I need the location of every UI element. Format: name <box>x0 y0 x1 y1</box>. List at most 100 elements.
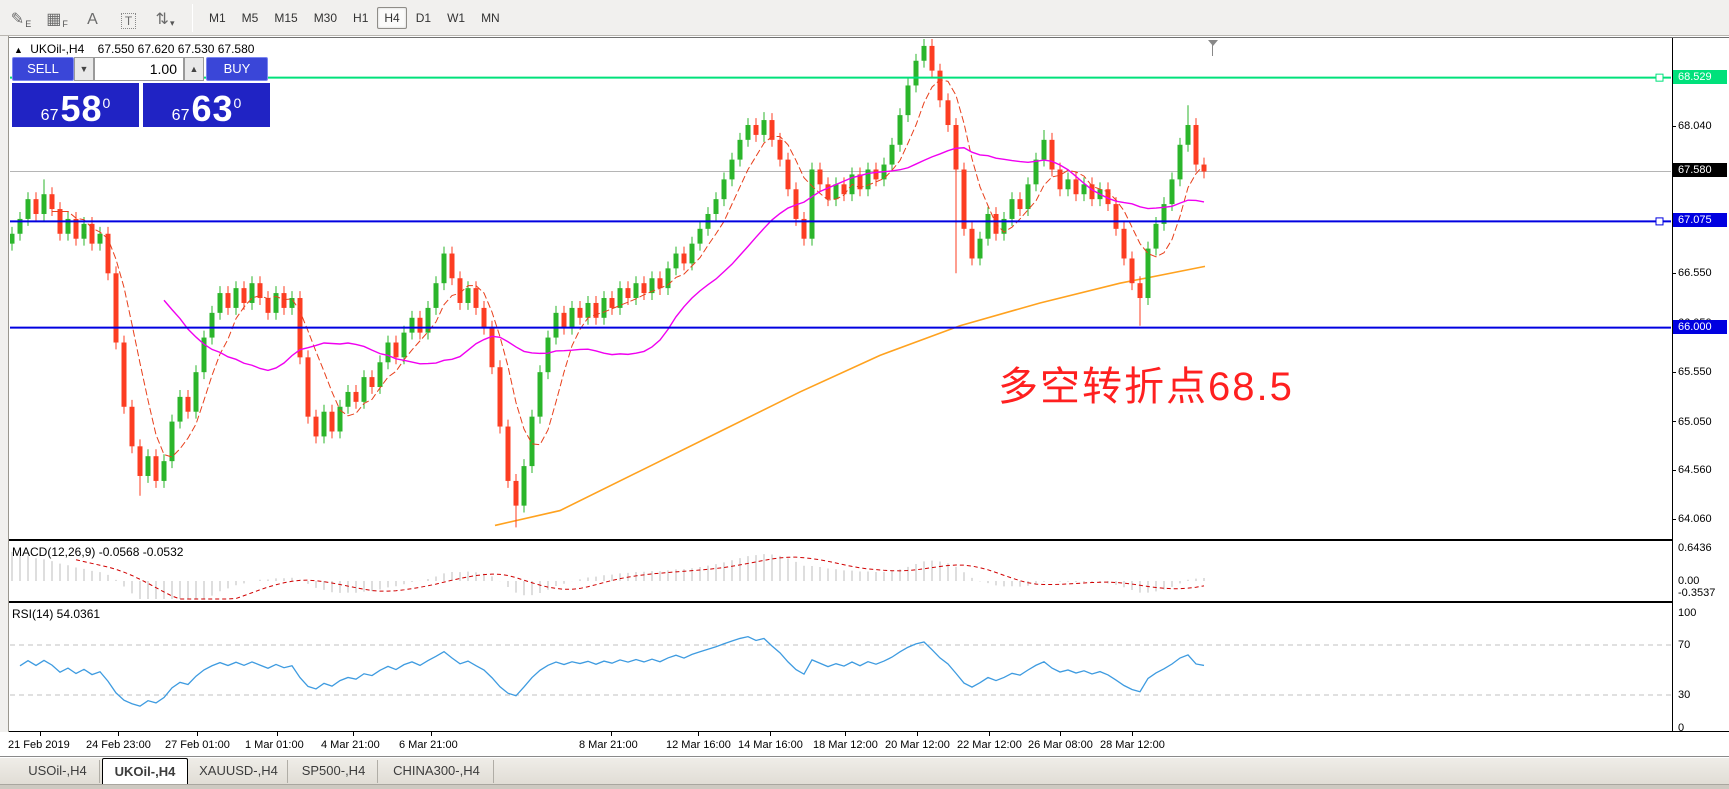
macd-axis-label: -0.3537 <box>1678 587 1715 599</box>
grid-f-icon[interactable]: ▦F <box>42 5 72 31</box>
date-tick-mark <box>698 732 699 736</box>
chart-shift-marker-line <box>1212 40 1213 56</box>
chart-tab-china300h4[interactable]: CHINA300-,H4 <box>380 760 494 783</box>
macd-signal-line <box>76 557 1204 599</box>
chart-tab-xauusdh4[interactable]: XAUUSD-,H4 <box>190 760 288 783</box>
sell-button[interactable]: SELL <box>12 57 74 81</box>
sell-price-prefix: 67 <box>41 108 59 124</box>
draw-pencil-e-icon[interactable]: ✎E <box>6 5 36 31</box>
price-badge-67075: 67.075 <box>1673 213 1727 227</box>
textbox-t-icon[interactable]: T <box>114 5 144 31</box>
sell-price-display[interactable]: 67 58 0 <box>12 83 139 127</box>
date-label: 21 Feb 2019 <box>8 739 70 751</box>
chart-annotation-text: 多空转折点68.5 <box>998 354 1294 412</box>
date-tick-mark <box>845 732 846 736</box>
sell-price-sup: 0 <box>103 96 111 110</box>
chart-tab-usoilh4[interactable]: USOil-,H4 <box>16 760 100 783</box>
hline-green-68529-handle[interactable] <box>1656 74 1663 81</box>
quote-bar: ▲ UKOil-,H4 67.550 67.620 67.530 67.580 <box>14 42 254 56</box>
price-tick-mark <box>1672 470 1676 471</box>
timeframe-m15-button[interactable]: M15 <box>267 7 304 29</box>
buy-price-display[interactable]: 67 63 0 <box>143 83 270 127</box>
rsi-axis-label: 70 <box>1678 639 1690 651</box>
rsi-axis-label: 30 <box>1678 689 1690 701</box>
price-tick-mark <box>1672 273 1676 274</box>
price-tick-label: 66.550 <box>1678 267 1712 279</box>
chart-tab-ukoilh4[interactable]: UKOil-,H4 <box>102 758 188 784</box>
price-tick-mark <box>1672 126 1676 127</box>
date-axis[interactable]: 21 Feb 2019 24 Feb 23:00 27 Feb 01:00 1 Mar… <box>0 732 1729 757</box>
price-tick-label: 64.560 <box>1678 464 1712 476</box>
macd-axis-label: 0.00 <box>1678 575 1699 587</box>
date-label: 24 Feb 23:00 <box>86 739 151 751</box>
volume-decrease-button[interactable]: ▼ <box>74 57 94 81</box>
buy-price-prefix: 67 <box>172 108 190 124</box>
left-panel-strip <box>0 36 9 757</box>
date-tick-mark <box>197 732 198 736</box>
date-label: 8 Mar 21:00 <box>579 739 638 751</box>
date-tick-mark <box>611 732 612 736</box>
date-label: 20 Mar 12:00 <box>885 739 950 751</box>
buy-price-sup: 0 <box>234 96 242 110</box>
volume-input[interactable]: 1.00 <box>94 57 184 81</box>
macd-axis-label: 0.6436 <box>1678 542 1712 554</box>
date-label: 18 Mar 12:00 <box>813 739 878 751</box>
one-click-trading-widget: SELL ▼ 1.00 ▲ BUY 67 58 0 67 63 0 <box>12 57 270 127</box>
toolbar-separator <box>192 4 193 32</box>
date-tick-mark <box>917 732 918 736</box>
timeframe-w1-button[interactable]: W1 <box>440 7 472 29</box>
date-tick-mark <box>989 732 990 736</box>
price-tick-label: 68.040 <box>1678 120 1712 132</box>
date-label: 22 Mar 12:00 <box>957 739 1022 751</box>
panel-separator[interactable] <box>9 539 1672 541</box>
date-label: 27 Feb 01:00 <box>165 739 230 751</box>
timeframe-m1-button[interactable]: M1 <box>202 7 233 29</box>
date-tick-mark <box>353 732 354 736</box>
date-tick-mark <box>277 732 278 736</box>
hline-blue-67075-handle[interactable] <box>1656 218 1663 225</box>
macd-panel-canvas[interactable] <box>10 541 1672 601</box>
timeframe-m30-button[interactable]: M30 <box>307 7 344 29</box>
date-label: 6 Mar 21:00 <box>399 739 458 751</box>
sell-price-big: 58 <box>60 94 102 124</box>
price-tick-label: 65.550 <box>1678 366 1712 378</box>
date-label: 12 Mar 16:00 <box>666 739 731 751</box>
timeframe-h1-button[interactable]: H1 <box>346 7 375 29</box>
buy-price-big: 63 <box>191 94 233 124</box>
date-label: 1 Mar 01:00 <box>245 739 304 751</box>
arrange-arrows-icon[interactable]: ⇅▾ <box>150 5 180 31</box>
date-label: 14 Mar 16:00 <box>738 739 803 751</box>
tab-bar-strip <box>0 784 1729 789</box>
price-tick-mark <box>1672 421 1676 422</box>
price-axis[interactable]: 68.04066.55066.05065.55065.05064.56064.0… <box>1673 38 1729 731</box>
timeframe-m5-button[interactable]: M5 <box>235 7 266 29</box>
date-label: 28 Mar 12:00 <box>1100 739 1165 751</box>
date-tick-mark <box>40 732 41 736</box>
rsi-axis-label: 100 <box>1678 607 1696 619</box>
panel-separator[interactable] <box>9 601 1672 603</box>
timeframe-mn-button[interactable]: MN <box>474 7 507 29</box>
price-tick-mark <box>1672 519 1676 520</box>
price-badge-67580: 67.580 <box>1673 163 1727 177</box>
price-badge-68529: 68.529 <box>1673 70 1727 84</box>
price-tick-label: 65.050 <box>1678 416 1712 428</box>
timeframe-h4-button[interactable]: H4 <box>377 7 406 29</box>
text-a-icon[interactable]: A <box>78 5 108 31</box>
toolbar: ✎E▦FAT⇅▾ M1M5M15M30H1H4D1W1MN <box>0 0 1729 36</box>
rsi-panel-canvas[interactable] <box>10 603 1672 731</box>
date-label: 4 Mar 21:00 <box>321 739 380 751</box>
rsi-label: RSI(14) 54.0361 <box>12 607 100 621</box>
buy-button[interactable]: BUY <box>206 57 268 81</box>
chart-shift-marker-icon[interactable] <box>1208 40 1218 46</box>
timeframe-d1-button[interactable]: D1 <box>409 7 438 29</box>
date-label: 26 Mar 08:00 <box>1028 739 1093 751</box>
symbol-period-label: UKOil-,H4 <box>30 42 84 56</box>
collapse-trade-panel-icon[interactable]: ▲ <box>14 45 23 55</box>
chart-tab-sp500h4[interactable]: SP500-,H4 <box>290 760 378 783</box>
volume-increase-button[interactable]: ▲ <box>184 57 204 81</box>
rsi-line <box>20 637 1204 706</box>
timeframe-button-group: M1M5M15M30H1H4D1W1MN <box>201 7 508 29</box>
macd-label: MACD(12,26,9) -0.0568 -0.0532 <box>12 545 183 559</box>
price-tick-label: 64.060 <box>1678 513 1712 525</box>
date-tick-mark <box>1132 732 1133 736</box>
